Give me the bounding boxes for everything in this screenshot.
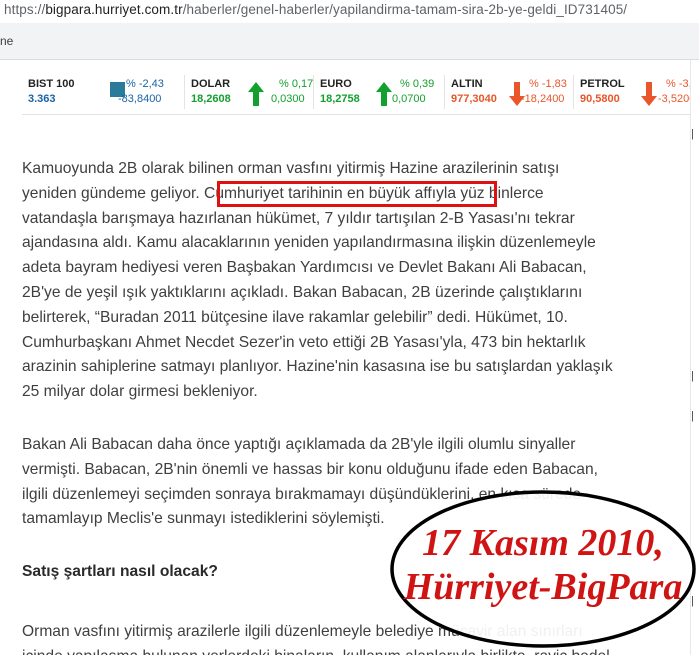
date-source-stamp: 17 Kasım 2010, Hürriyet-BigPara (388, 488, 698, 650)
ticker-name: EURO (320, 78, 352, 90)
ticker-value: 977,3040 (451, 93, 497, 105)
article-line: Bakan Ali Babacan daha önce yaptığı açık… (22, 436, 576, 453)
url-host: bigpara.hurriyet.com.tr (45, 2, 183, 17)
ticker-change: -83,8400 (118, 93, 162, 105)
article-line: belirterek, “Buradan 2011 bütçesine ilav… (22, 308, 568, 326)
sidebar-marker: | (691, 370, 694, 382)
ticker-name: PETROL (580, 78, 625, 90)
bookmark-item[interactable]: ne (0, 34, 13, 48)
url-text[interactable]: https://bigpara.hurriyet.com.tr/haberler… (4, 2, 627, 17)
article-line: 2B'ye de yeşil ışık yaktıklarını açıklad… (22, 283, 583, 301)
article-line: arazinin sahiplerine satmayı planlıyor. … (22, 358, 613, 376)
ticker-value: 18,2758 (320, 93, 360, 105)
ticker-name: DOLAR (191, 78, 231, 90)
ticker-percent: % 0,39 (400, 78, 435, 90)
ticker-change: 0,0300 (271, 93, 305, 105)
ticker-divider (313, 75, 314, 109)
ticker-percent: % -1,83 (529, 78, 567, 90)
highlight-box (217, 181, 497, 207)
ticker-change: 0,0700 (392, 93, 426, 105)
ticker-name: ALTIN (451, 78, 483, 90)
arrow-up-icon (375, 81, 393, 112)
article-line: vermişti. Babacan, 2B'nin önemli ve hass… (22, 460, 598, 478)
ticker-name: BIST 100 (28, 78, 75, 90)
url-scheme: https:// (4, 2, 46, 17)
ticker-divider (573, 75, 574, 109)
market-ticker: BIST 100 3.363 % -2,43 -83,8400 DOLAR 18,2608… (22, 73, 699, 115)
section-heading: Satış şartları nasıl olacak? (22, 563, 218, 580)
article-line: ajandasına aldı. Kamu alacaklarının yeni… (22, 234, 596, 252)
sidebar-marker: | (691, 128, 694, 140)
ticker-value: 18,2608 (191, 93, 231, 105)
ticker-divider (444, 75, 445, 109)
ticker-percent: % -2,43 (126, 78, 164, 90)
article-line: Cumhurbaşkanı Ahmet Necdet Sezer'in veto… (22, 333, 586, 351)
article-line: Kamuoyunda 2B olarak bilinen orman vasfı… (22, 160, 560, 177)
ticker-divider (184, 75, 185, 109)
ticker-value: 3.363 (28, 93, 56, 105)
arrow-up-icon (247, 81, 265, 112)
sidebar-marker: | (691, 410, 694, 422)
url-path: /haberler/genel-haberler/yapilandirma-ta… (182, 2, 628, 17)
ticker-percent: % 0,17 (279, 78, 314, 90)
article-line: adeta bayram hediyesi veren Başbakan Yar… (22, 259, 587, 277)
article-line: vatandaşla barışmaya hazırlanan hükümet,… (22, 209, 575, 227)
bookmarks-bar: ne (0, 23, 699, 60)
ticker-change: -18,2400 (521, 93, 565, 105)
article-line: 25 milyar dolar girmesi bekleniyor. (22, 383, 258, 401)
arrow-down-icon (640, 81, 658, 112)
ticker-value: 90,5800 (580, 93, 620, 105)
address-bar[interactable]: https://bigpara.hurriyet.com.tr/haberler… (0, 0, 699, 22)
stamp-source: Hürriyet-BigPara (403, 566, 683, 608)
stamp-date: 17 Kasım 2010, (422, 522, 664, 564)
